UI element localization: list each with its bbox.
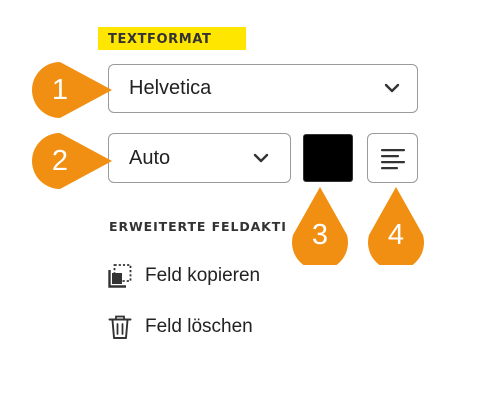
copy-field-icon [108,264,132,288]
text-align-button[interactable] [367,133,418,183]
font-size-select[interactable]: Auto [108,133,291,183]
font-family-select[interactable]: Helvetica [108,64,418,113]
callout-number: 1 [51,74,69,106]
callout-number: 4 [387,219,405,251]
callout-number: 3 [311,219,329,251]
callout-2: 2 [27,131,115,191]
copy-field-label: Feld kopieren [145,265,261,286]
text-color-swatch[interactable] [303,134,353,182]
trash-icon [108,315,132,339]
font-size-value: Auto [129,147,171,169]
align-left-icon [381,149,405,170]
delete-field-label: Feld löschen [145,316,253,337]
chevron-down-icon [253,153,269,163]
callout-3: 3 [290,185,350,265]
font-family-value: Helvetica [129,77,212,99]
section-title-advanced-actions: ERWEITERTE FELDAKTI [109,219,287,234]
callout-4: 4 [366,185,426,265]
callout-number: 2 [51,145,69,177]
delete-field-action[interactable]: Feld löschen [108,313,308,343]
section-title-textformat: TEXTFORMAT [98,27,246,50]
callout-1: 1 [27,60,115,120]
copy-field-action[interactable]: Feld kopieren [108,262,308,292]
chevron-down-icon [384,83,400,93]
